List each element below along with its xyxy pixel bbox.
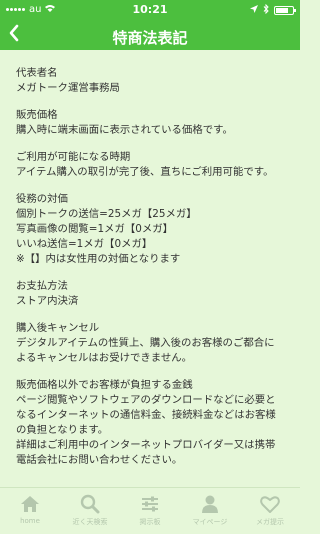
section-text: ストア内決済 <box>16 295 79 307</box>
tab-label: 近く天検索 <box>72 518 108 526</box>
section-text: 詳細はご利用中のインターネットプロバイダー又は携帯 <box>16 439 276 451</box>
tab-my-page[interactable]: マイページ <box>180 488 240 534</box>
section-text: 電話会社にお問い合わせください。 <box>16 454 183 466</box>
tab-nearby-search[interactable]: 近く天検索 <box>60 488 120 534</box>
section-text: 個別トークの送信=25メガ【25メガ】 <box>16 208 197 220</box>
home-icon <box>21 496 39 512</box>
section-heading: 代表者名 <box>16 67 58 79</box>
section-payment: お支払方法 ストア内決済 <box>16 279 286 309</box>
tab-bulletin-board[interactable]: 掲示板 <box>120 488 180 534</box>
section-heading: 販売価格 <box>16 109 58 121</box>
heart-icon <box>260 496 280 513</box>
section-availability: ご利用が可能になる時期 アイテム購入の取引が完了後、直ちにご利用可能です。 <box>16 150 286 180</box>
section-text: メガトーク運営事務局 <box>16 82 120 94</box>
section-text: 写真画像の閲覧=1メガ【0メガ】 <box>16 223 174 235</box>
section-service-fees: 役務の対価 個別トークの送信=25メガ【25メガ】 写真画像の閲覧=1メガ【0メ… <box>16 192 286 267</box>
tab-label: メガ提示 <box>256 518 284 526</box>
section-heading: お支払方法 <box>16 280 68 292</box>
section-heading: 役務の対価 <box>16 193 68 205</box>
tab-bar: home 近く天検索 掲示板 マイページ メガ提示 <box>0 487 300 534</box>
section-heading: 購入後キャンセル <box>16 322 100 334</box>
section-heading: 販売価格以外でお客様が負担する金銭 <box>16 379 193 391</box>
section-text: アイテム購入の取引が完了後、直ちにご利用可能です。 <box>16 166 274 178</box>
bluetooth-icon <box>263 3 269 17</box>
section-text: デジタルアイテムの性質上、購入後のお客様のご都合に <box>16 337 275 349</box>
section-heading: ご利用が可能になる時期 <box>16 151 131 163</box>
section-additional-costs: 販売価格以外でお客様が負担する金銭 ページ閲覧やソフトウェアのダウンロードなどに… <box>16 378 286 468</box>
battery-icon <box>274 6 296 15</box>
sliders-icon <box>142 496 158 512</box>
section-text: の負担となります。 <box>16 424 109 436</box>
header-bar: 特商法表記 <box>0 20 300 50</box>
legal-notice-content: 代表者名 メガトーク運営事務局 販売価格 購入時に端末画面に表示されている価格で… <box>0 50 300 488</box>
tab-label: home <box>20 517 40 525</box>
section-price: 販売価格 購入時に端末画面に表示されている価格です。 <box>16 108 286 138</box>
page-title: 特商法表記 <box>112 29 188 47</box>
status-icons <box>250 3 296 17</box>
location-icon <box>250 5 258 16</box>
tab-label: 掲示板 <box>139 518 161 526</box>
section-text: なるインターネットの通信料金、接続料金などはお客様 <box>16 409 276 421</box>
tab-label: マイページ <box>192 518 228 526</box>
section-cancellation: 購入後キャンセル デジタルアイテムの性質上、購入後のお客様のご都合に よるキャン… <box>16 321 286 366</box>
section-representative: 代表者名 メガトーク運営事務局 <box>16 66 286 96</box>
tab-home[interactable]: home <box>0 488 60 534</box>
section-note: ※【】内は女性用の対価となります <box>16 253 181 265</box>
person-icon <box>202 495 218 513</box>
status-bar: au 10:21 <box>0 0 300 20</box>
section-text: 購入時に端末画面に表示されている価格です。 <box>16 124 233 136</box>
section-text: ページ閲覧やソフトウェアのダウンロードなどに必要と <box>16 394 276 406</box>
section-text: よるキャンセルはお受けできません。 <box>16 352 193 364</box>
tab-mega[interactable]: メガ提示 <box>240 488 300 534</box>
search-icon <box>80 494 100 514</box>
section-text: いいね送信=1メガ【0メガ】 <box>16 238 153 250</box>
